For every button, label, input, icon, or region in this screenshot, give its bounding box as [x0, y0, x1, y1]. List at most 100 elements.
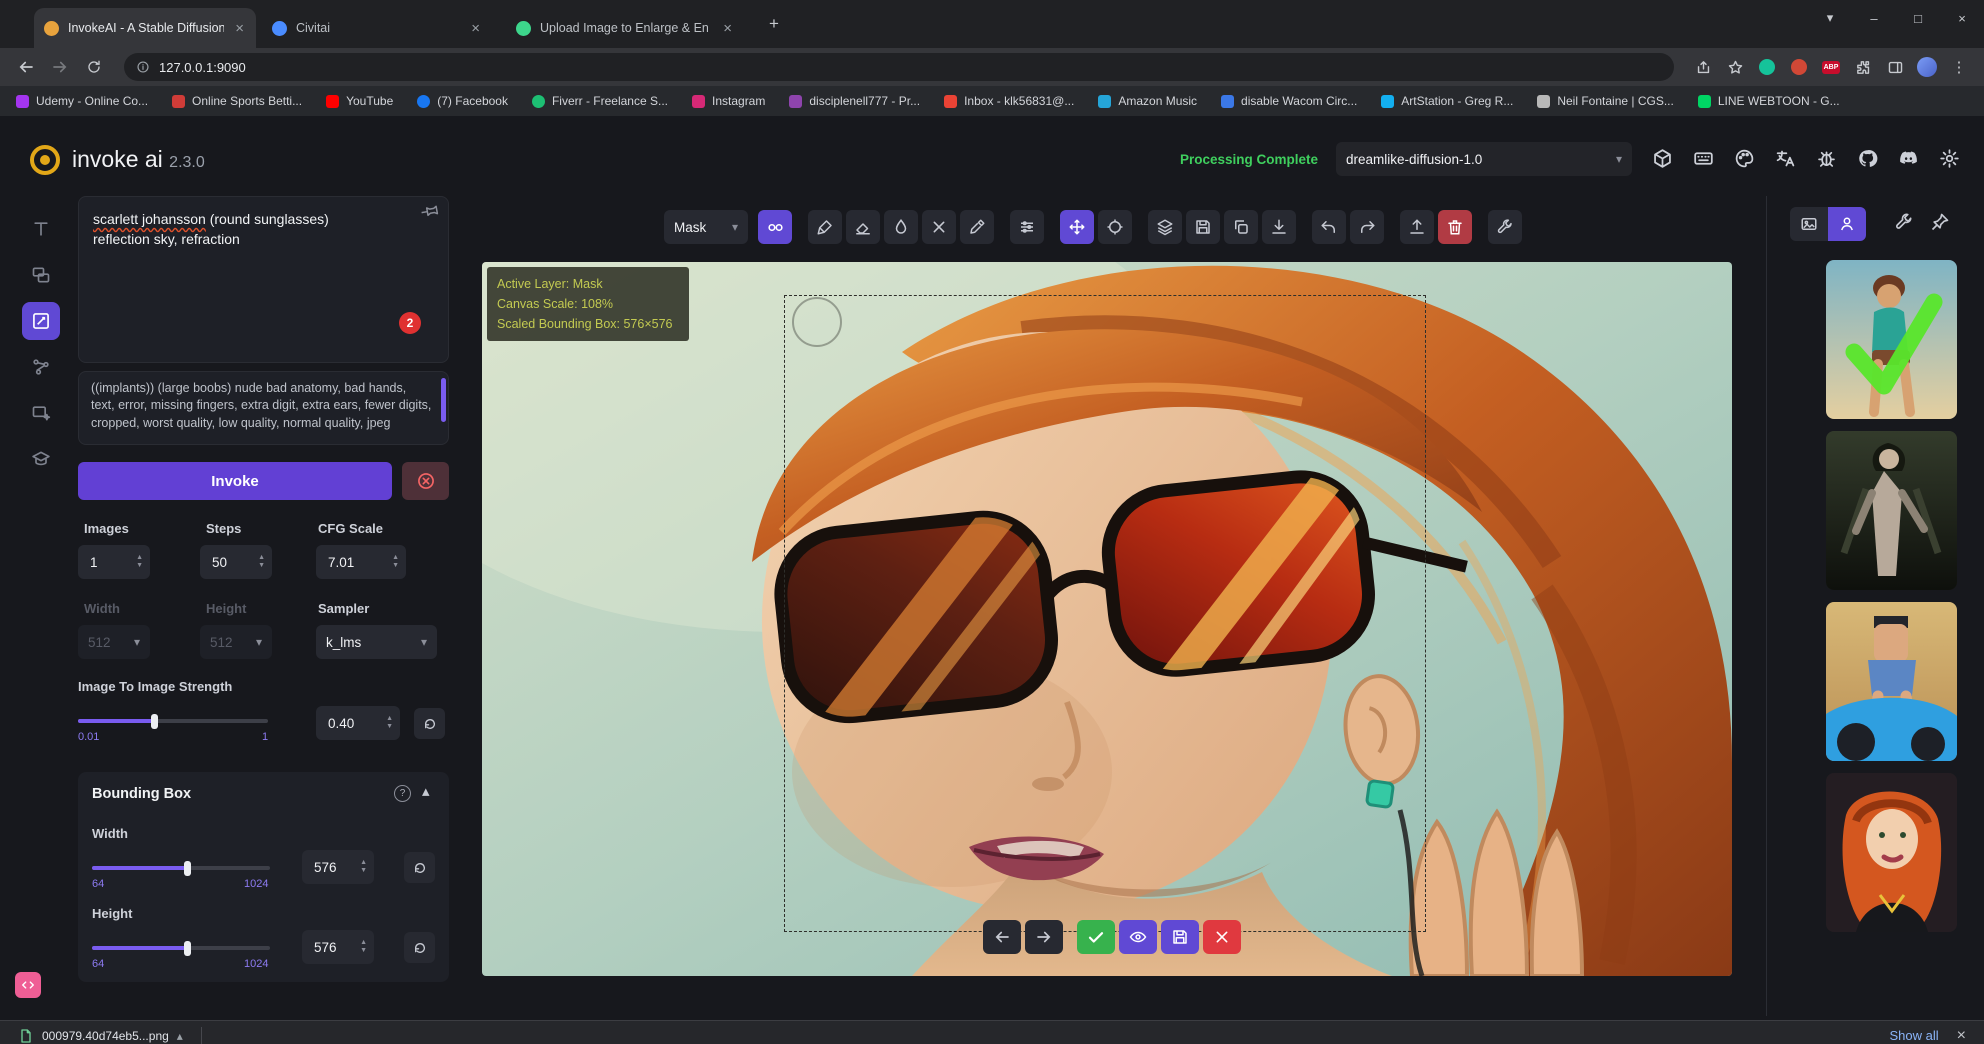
bbox-width-slider[interactable] [92, 866, 270, 870]
share-icon[interactable] [1690, 54, 1716, 80]
back-button[interactable] [12, 53, 40, 81]
eraser-tool-button[interactable] [846, 210, 880, 244]
new-tab-button[interactable]: + [760, 12, 788, 36]
brush-tool-button[interactable] [808, 210, 842, 244]
next-image-button[interactable] [1025, 920, 1063, 954]
model-select[interactable]: dreamlike-diffusion-1.0 ▾ [1336, 142, 1632, 176]
tab-text-to-image[interactable] [22, 210, 60, 248]
undo-button[interactable] [1312, 210, 1346, 244]
bbox-height-reset-button[interactable] [404, 932, 435, 963]
extensions-puzzle-icon[interactable] [1850, 54, 1876, 80]
slider-thumb[interactable] [184, 861, 191, 876]
discord-icon[interactable] [1898, 148, 1919, 169]
tab-close-icon[interactable]: × [469, 20, 482, 37]
url-omnibox[interactable]: 127.0.0.1:9090 [124, 53, 1674, 81]
collapse-caret-icon[interactable]: ▴ [422, 782, 430, 800]
download-item[interactable]: 000979.40d74eb5...png ▴ [10, 1028, 191, 1044]
brush-options-button[interactable] [1010, 210, 1044, 244]
i2i-strength-input[interactable]: 0.40▲▼ [316, 706, 400, 740]
gallery-pin-button[interactable] [1930, 212, 1950, 232]
bbox-height-slider[interactable] [92, 946, 270, 950]
stepper[interactable]: ▲▼ [258, 554, 265, 570]
tab-search-icon[interactable]: ▾ [1808, 2, 1852, 34]
help-question-icon[interactable]: ? [394, 785, 411, 802]
show-all-downloads-link[interactable]: Show all [1890, 1028, 1939, 1043]
gallery-thumbnail[interactable] [1826, 602, 1957, 761]
browser-tab-invokeai[interactable]: InvokeAI - A Stable Diffusion Too... × [34, 8, 256, 48]
window-minimize-button[interactable]: – [1852, 2, 1896, 34]
tab-unified-canvas[interactable] [22, 302, 60, 340]
preserve-mask-button[interactable] [758, 210, 792, 244]
bbox-width-reset-button[interactable] [404, 852, 435, 883]
slider-thumb[interactable] [151, 714, 158, 729]
forward-button[interactable] [46, 53, 74, 81]
stepper[interactable]: ▲▼ [360, 939, 367, 955]
download-expand-caret[interactable]: ▴ [177, 1029, 183, 1043]
gallery-panel-divider[interactable] [1766, 196, 1767, 1016]
browser-tab-civitai[interactable]: Civitai × [262, 8, 492, 48]
bookmark-item[interactable]: disable Wacom Circ... [1221, 94, 1357, 108]
extension-mute-icon[interactable] [1786, 54, 1812, 80]
tab-close-icon[interactable]: × [233, 20, 246, 37]
redo-button[interactable] [1350, 210, 1384, 244]
accept-image-button[interactable] [1077, 920, 1115, 954]
gallery-thumbnail[interactable] [1826, 431, 1957, 590]
negative-prompt-scrollbar[interactable] [441, 378, 446, 422]
reset-view-button[interactable] [1098, 210, 1132, 244]
bookmark-star-icon[interactable] [1722, 54, 1748, 80]
steps-input[interactable]: 50▲▼ [200, 545, 272, 579]
stepper[interactable]: ▲▼ [386, 715, 393, 731]
download-bar-close-icon[interactable]: × [1957, 1027, 1966, 1044]
sampler-select[interactable]: k_lms▾ [316, 625, 437, 659]
language-translate-icon[interactable] [1775, 148, 1796, 169]
previous-image-button[interactable] [983, 920, 1021, 954]
bookmark-item[interactable]: Udemy - Online Co... [16, 94, 148, 108]
gallery-settings-button[interactable] [1894, 212, 1914, 232]
erase-bounding-box-button[interactable] [922, 210, 956, 244]
tab-close-icon[interactable]: × [721, 20, 734, 37]
bookmark-item[interactable]: LINE WEBTOON - G... [1698, 94, 1840, 108]
settings-gear-icon[interactable] [1939, 148, 1960, 169]
invoke-button[interactable]: Invoke [78, 462, 392, 500]
i2i-reset-button[interactable] [414, 708, 445, 739]
show-hide-image-button[interactable] [1119, 920, 1157, 954]
browser-menu-kebab[interactable]: ⋮ [1946, 54, 1972, 80]
extension-abp-icon[interactable]: ABP [1818, 54, 1844, 80]
bbox-height-input[interactable]: 576▲▼ [302, 930, 374, 964]
tab-image-to-image[interactable] [22, 256, 60, 294]
download-image-button[interactable] [1262, 210, 1296, 244]
theme-palette-icon[interactable] [1734, 148, 1755, 169]
save-to-gallery-button[interactable] [1186, 210, 1220, 244]
copy-to-clipboard-button[interactable] [1224, 210, 1258, 244]
slider-thumb[interactable] [184, 941, 191, 956]
negative-prompt-textarea[interactable]: ((implants)) (large boobs) nude bad anat… [78, 371, 449, 445]
gallery-results-tab[interactable] [1828, 207, 1866, 241]
canvas-settings-button[interactable] [1488, 210, 1522, 244]
bookmark-item[interactable]: disciplenell777 - Pr... [789, 94, 920, 108]
clear-canvas-button[interactable] [1438, 210, 1472, 244]
cancel-button[interactable] [402, 462, 449, 500]
prompt-textarea[interactable]: scarlett johansson (round sunglasses) re… [78, 196, 449, 363]
bookmark-item[interactable]: Instagram [692, 94, 765, 108]
report-bug-icon[interactable] [1816, 148, 1837, 169]
model-manager-cube-icon[interactable] [1652, 148, 1673, 169]
bookmark-item[interactable]: Amazon Music [1098, 94, 1197, 108]
browser-tab-upload[interactable]: Upload Image to Enlarge & Enha... × [506, 8, 744, 48]
bookmark-item[interactable]: ArtStation - Greg R... [1381, 94, 1513, 108]
stepper[interactable]: ▲▼ [136, 554, 143, 570]
site-info-icon[interactable] [136, 60, 150, 74]
gallery-thumbnail[interactable] [1826, 773, 1957, 932]
profile-avatar[interactable] [1914, 54, 1940, 80]
discard-image-button[interactable] [1203, 920, 1241, 954]
color-picker-button[interactable] [960, 210, 994, 244]
cfg-input[interactable]: 7.01▲▼ [316, 545, 406, 579]
tab-training[interactable] [22, 440, 60, 478]
i2i-strength-slider[interactable] [78, 719, 268, 723]
fill-bounding-box-button[interactable] [884, 210, 918, 244]
side-panel-icon[interactable] [1882, 54, 1908, 80]
merge-layers-button[interactable] [1148, 210, 1182, 244]
extension-grammarly-icon[interactable] [1754, 54, 1780, 80]
bookmark-item[interactable]: Fiverr - Freelance S... [532, 94, 668, 108]
stepper[interactable]: ▲▼ [360, 859, 367, 875]
tab-post-processing[interactable] [22, 394, 60, 432]
